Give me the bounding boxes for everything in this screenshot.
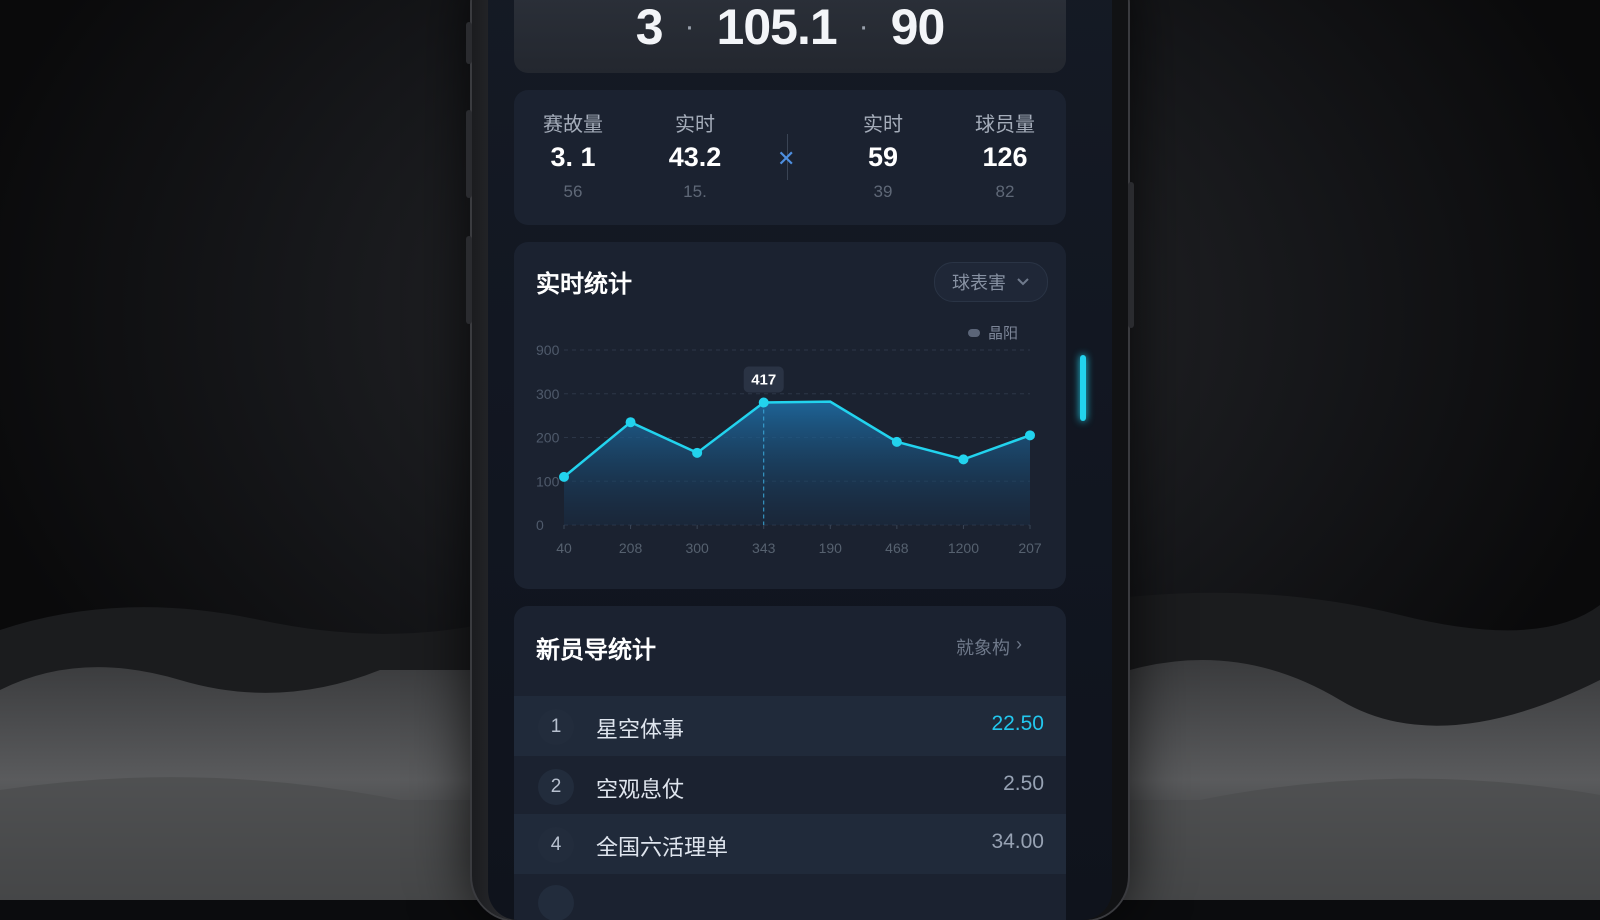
- stats-card: 赛故量 3. 1 56 实时 43.2 15. ✕ 实时 59 39 球员量 1…: [514, 90, 1066, 225]
- y-tick-label: 300: [536, 386, 560, 402]
- ranking-title: 新员导统计: [536, 637, 656, 664]
- x-tick-label: 343: [752, 540, 776, 556]
- app-screen[interactable]: 3 · 105.1 · 90 赛故量 3. 1 56 实时 43.2 15. ✕…: [488, 0, 1112, 920]
- scroll-indicator[interactable]: [1080, 355, 1086, 421]
- volume-up-button: [466, 110, 472, 198]
- item-name: 空观息仗: [596, 777, 685, 802]
- ranking-card: 新员导统计 就象构 › 1 星空体事 22.50 2 空观息仗 2.50 4 全…: [514, 606, 1066, 920]
- x-tick-label: 1200: [948, 540, 979, 556]
- stat-label: 实时: [863, 114, 903, 136]
- data-point: [692, 447, 703, 458]
- volume-down-button: [466, 236, 472, 324]
- list-item[interactable]: [514, 872, 1066, 920]
- stat-label: 球员量: [975, 114, 1035, 136]
- scoreboard-card: 3 · 105.1 · 90: [514, 0, 1066, 73]
- view-more-label: 就象构: [956, 638, 1010, 658]
- mid-score: 105.1: [716, 0, 838, 55]
- x-tick-label: 300: [685, 540, 709, 556]
- rank-badge: 1: [538, 709, 574, 745]
- data-point: [891, 436, 902, 447]
- list-item[interactable]: 2 空观息仗 2.50: [514, 756, 1066, 816]
- item-value: 2.50: [1003, 772, 1044, 795]
- mute-switch: [466, 22, 472, 64]
- stat-label: 实时: [675, 114, 715, 136]
- item-value: 22.50: [991, 712, 1044, 735]
- y-tick-label: 900: [536, 342, 560, 358]
- stat-subvalue: 15.: [683, 182, 707, 201]
- stat-value: 3. 1: [550, 142, 596, 172]
- rank-badge: [538, 885, 574, 920]
- item-name: 星空体事: [596, 717, 685, 742]
- realtime-chart-card: 实时统计 球表害 晶阳 0 100 200 300 900 417 40 208 300 343 1…: [514, 242, 1066, 589]
- y-tick-label: 200: [536, 430, 560, 446]
- stat-value: 59: [867, 142, 899, 172]
- y-tick-label: 100: [536, 473, 560, 489]
- item-value: 34.00: [991, 830, 1044, 853]
- x-tick-label: 40: [556, 540, 572, 556]
- data-point: [625, 417, 636, 428]
- power-button: [1128, 182, 1134, 328]
- stat-subvalue: 56: [563, 182, 583, 201]
- data-point: [758, 397, 769, 408]
- x-tick-label: 190: [819, 540, 843, 556]
- y-tick-label: 0: [536, 517, 544, 533]
- rank-badge: 4: [538, 827, 574, 863]
- home-score: 3: [635, 0, 664, 55]
- list-item[interactable]: 4 全国六活理单 34.00: [514, 814, 1066, 874]
- area-chart[interactable]: 0 100 200 300 900 417 40 208 300 343 190 468 1200 207: [514, 242, 1066, 589]
- stat-subvalue: 39: [873, 182, 893, 201]
- score-separator: ·: [684, 9, 695, 43]
- stat-value: 126: [982, 142, 1028, 172]
- view-more-link[interactable]: 就象构 ›: [956, 634, 1022, 660]
- item-name: 全国六活理单: [596, 835, 729, 860]
- chevron-right-icon: ›: [1016, 634, 1022, 654]
- x-tick-label: 468: [885, 540, 909, 556]
- tooltip-value: 417: [751, 372, 776, 389]
- rank-badge: 2: [538, 769, 574, 805]
- data-point: [559, 471, 569, 482]
- x-tick-label: 208: [619, 540, 643, 556]
- list-item[interactable]: 1 星空体事 22.50: [514, 696, 1066, 756]
- data-point: [958, 454, 969, 465]
- stat-value: 43.2: [668, 142, 722, 172]
- data-point: [1025, 430, 1035, 441]
- x-tick-label: 207: [1018, 540, 1042, 556]
- away-score: 90: [890, 0, 946, 55]
- phone-device: 3 · 105.1 · 90 赛故量 3. 1 56 实时 43.2 15. ✕…: [466, 0, 1134, 920]
- cross-icon: ✕: [777, 146, 796, 171]
- stat-subvalue: 82: [995, 182, 1015, 201]
- score-separator: ·: [858, 9, 869, 43]
- stat-label: 赛故量: [543, 114, 603, 136]
